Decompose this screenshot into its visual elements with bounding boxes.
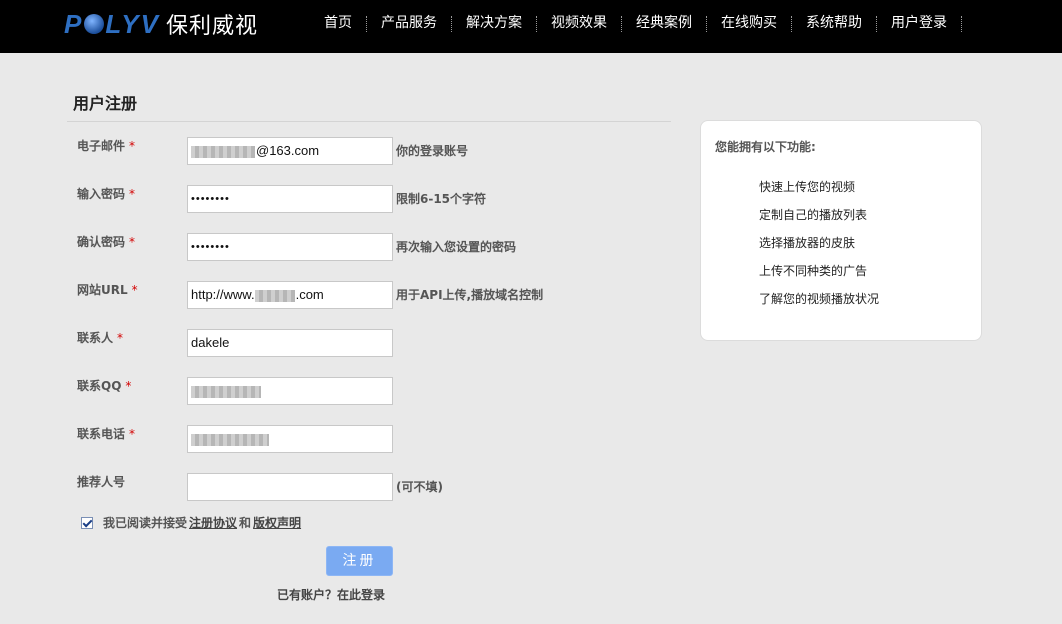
nav-video-effects[interactable]: 视频效果 — [537, 0, 621, 47]
website-url-hint: 用于API上传,播放域名控制 — [396, 288, 544, 302]
phone-field[interactable] — [187, 425, 393, 453]
redacted-text — [191, 385, 261, 398]
password-hint: 限制6-15个字符 — [396, 192, 487, 206]
feature-item: 了解您的视频播放状况 — [759, 292, 880, 306]
feature-item: 快速上传您的视频 — [759, 180, 856, 194]
register-button[interactable]: 注册 — [326, 546, 393, 576]
referrer-label: 推荐人号 — [77, 475, 126, 489]
redacted-text — [191, 145, 255, 158]
features-panel: 您能拥有以下功能: 快速上传您的视频 定制自己的播放列表 选择播放器的皮肤 上传… — [700, 120, 982, 341]
contact-name-label: 联系人 * — [77, 331, 124, 345]
contact-name-field[interactable]: dakele — [187, 329, 393, 357]
qq-field[interactable] — [187, 377, 393, 405]
copyright-link[interactable]: 版权声明 — [253, 514, 301, 531]
agree-checkbox[interactable] — [81, 516, 93, 529]
logo-chinese-name: 保利威视 — [165, 14, 258, 39]
main-nav: 首页 产品服务 解决方案 视频效果 经典案例 在线购买 系统帮助 用户登录 — [310, 0, 962, 47]
nav-help[interactable]: 系统帮助 — [792, 0, 876, 47]
agree-and-text: 和 — [239, 516, 252, 530]
agree-text: 我已阅读并接受 — [103, 516, 188, 530]
referrer-hint: (可不填) — [396, 480, 443, 494]
top-header: P LYV 保利威视 首页 产品服务 解决方案 视频效果 经典案例 在线购买 系统… — [0, 0, 1062, 53]
confirm-password-label: 确认密码 * — [77, 235, 136, 249]
feature-item: 选择播放器的皮肤 — [759, 236, 856, 250]
features-list: 快速上传您的视频 定制自己的播放列表 选择播放器的皮肤 上传不同种类的广告 了解… — [759, 179, 879, 319]
features-title: 您能拥有以下功能: — [715, 140, 816, 154]
agreement-row: 我已阅读并接受 注册协议 和 版权声明 — [81, 514, 303, 531]
nav-user-login[interactable]: 用户登录 — [877, 0, 961, 47]
nav-separator — [961, 15, 962, 32]
nav-solutions[interactable]: 解决方案 — [452, 0, 536, 47]
email-field[interactable]: @163.com — [187, 137, 393, 165]
referrer-field[interactable] — [187, 473, 393, 501]
redacted-text — [191, 433, 269, 446]
nav-products[interactable]: 产品服务 — [367, 0, 451, 47]
page-title: 用户注册 — [73, 94, 138, 113]
login-link[interactable]: 已有账户？在此登录 — [277, 586, 385, 603]
feature-item: 上传不同种类的广告 — [759, 264, 868, 278]
password-label: 输入密码 * — [77, 187, 136, 201]
phone-label: 联系电话 * — [77, 427, 136, 441]
qq-label: 联系QQ * — [77, 379, 132, 393]
password-field[interactable]: •••••••• — [187, 185, 393, 213]
website-url-label: 网站URL * — [77, 283, 138, 297]
polyv-logo[interactable]: P LYV 保利威视 — [64, 8, 258, 40]
redacted-text — [254, 289, 295, 302]
globe-icon — [84, 13, 105, 34]
confirm-password-field[interactable]: •••••••• — [187, 233, 393, 261]
nav-buy-online[interactable]: 在线购买 — [707, 0, 791, 47]
title-divider — [67, 121, 671, 122]
nav-cases[interactable]: 经典案例 — [622, 0, 706, 47]
nav-home[interactable]: 首页 — [310, 0, 366, 47]
website-url-field[interactable]: http://www. .com — [187, 281, 393, 309]
logo-text: P LYV — [64, 8, 160, 39]
terms-link[interactable]: 注册协议 — [189, 514, 237, 531]
confirm-password-hint: 再次输入您设置的密码 — [396, 240, 517, 254]
email-label: 电子邮件 * — [77, 139, 136, 153]
feature-item: 定制自己的播放列表 — [759, 208, 868, 222]
email-hint: 你的登录账号 — [396, 144, 469, 158]
